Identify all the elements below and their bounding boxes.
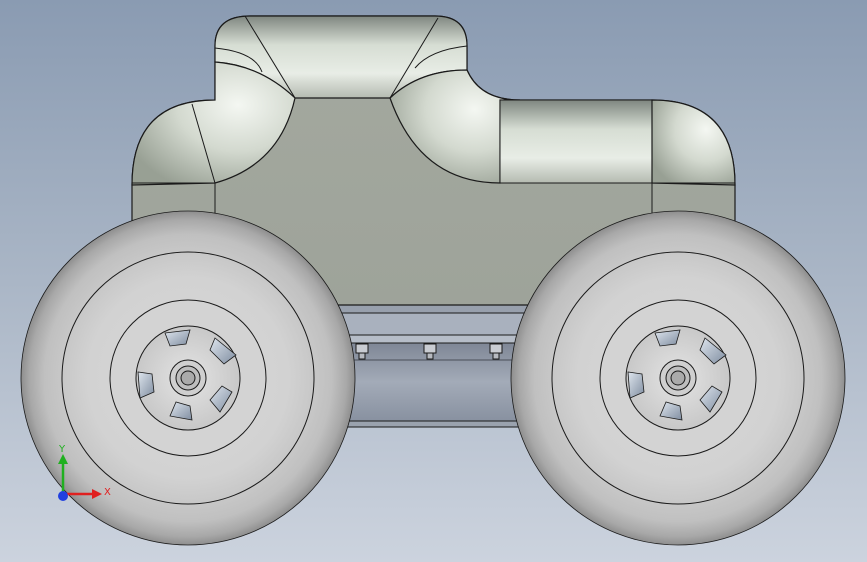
right-rear-surface xyxy=(499,99,653,184)
model-scene[interactable] xyxy=(0,0,867,562)
right-corner-surface xyxy=(651,99,736,186)
coordinate-triad: Y X xyxy=(48,440,118,510)
left-hub-cap xyxy=(180,370,196,386)
triad-x-label: X xyxy=(104,487,111,498)
right-wheel[interactable] xyxy=(510,210,846,546)
model-viewport[interactable]: Y X xyxy=(0,0,867,562)
triad-y-label: Y xyxy=(59,444,66,455)
right-hub-cap xyxy=(670,370,686,386)
